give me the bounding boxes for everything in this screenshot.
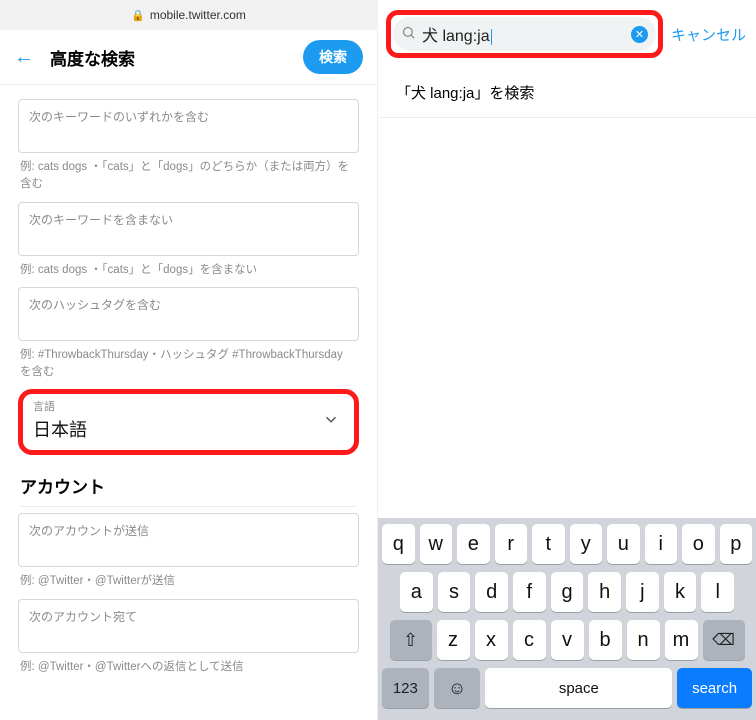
key-e[interactable]: e [457,524,490,564]
key-k[interactable]: k [664,572,697,612]
from-account-input[interactable]: 次のアカウントが送信 [18,513,359,567]
key-t[interactable]: t [532,524,565,564]
key-u[interactable]: u [607,524,640,564]
keyword-any-hint: 例: cats dogs ・「cats」と「dogs」のどちらか（または両方）を… [20,159,357,194]
key-v[interactable]: v [551,620,584,660]
chevron-down-icon [322,411,340,434]
key-j[interactable]: j [626,572,659,612]
language-label: 言語 [33,398,344,414]
to-account-input[interactable]: 次のアカウント宛て [18,599,359,653]
hashtag-hint: 例: #ThrowbackThursday・ハッシュタグ #ThrowbackT… [20,347,357,382]
url-bar: 🔒 mobile.twitter.com [0,0,377,30]
keyword-none-input[interactable]: 次のキーワードを含まない [18,202,359,256]
hashtag-input[interactable]: 次のハッシュタグを含む [18,287,359,341]
back-arrow-icon[interactable]: ← [14,46,34,69]
key-p[interactable]: p [720,524,753,564]
language-select[interactable]: 言語 日本語 [18,389,359,455]
advanced-search-pane: 🔒 mobile.twitter.com ← 高度な検索 検索 次のキーワードの… [0,0,378,720]
key-d[interactable]: d [475,572,508,612]
key-f[interactable]: f [513,572,546,612]
language-value: 日本語 [33,416,344,442]
search-icon [401,25,416,43]
key-a[interactable]: a [400,572,433,612]
to-account-hint: 例: @Twitter・@Twitterへの返信として送信 [20,659,357,676]
search-input[interactable]: 犬 lang:ja ✕ [393,17,656,51]
key-h[interactable]: h [588,572,621,612]
key-x[interactable]: x [475,620,508,660]
key-c[interactable]: c [513,620,546,660]
keyboard-row-1: q w e r t y u i o p [382,524,752,564]
ios-keyboard: q w e r t y u i o p a s d f g h j k l ⇧ … [378,518,756,720]
key-z[interactable]: z [437,620,470,660]
search-header: 犬 lang:ja ✕ キャンセル [378,0,756,68]
accounts-section-title: アカウント [20,473,357,507]
form-body: 次のキーワードのいずれかを含む 例: cats dogs ・「cats」と「do… [0,85,377,676]
numeric-key[interactable]: 123 [382,668,429,708]
search-key[interactable]: search [677,668,752,708]
backspace-key[interactable]: ⌫ [703,620,745,660]
url-text: mobile.twitter.com [150,8,246,22]
keyword-none-hint: 例: cats dogs ・「cats」と「dogs」を含まない [20,262,357,279]
key-o[interactable]: o [682,524,715,564]
key-n[interactable]: n [627,620,660,660]
key-q[interactable]: q [382,524,415,564]
keyboard-row-4: 123 ☺ space search [382,668,752,708]
from-account-hint: 例: @Twitter・@Twitterが送信 [20,573,357,590]
key-m[interactable]: m [665,620,698,660]
search-results-pane: 犬 lang:ja ✕ キャンセル 「犬 lang:ja」を検索 q w e r… [378,0,756,720]
lock-icon: 🔒 [131,9,145,22]
key-l[interactable]: l [701,572,734,612]
key-y[interactable]: y [570,524,603,564]
key-s[interactable]: s [438,572,471,612]
page-header: ← 高度な検索 検索 [0,30,377,85]
cancel-button[interactable]: キャンセル [671,24,746,45]
keyword-any-input[interactable]: 次のキーワードのいずれかを含む [18,99,359,153]
search-value: 犬 lang:ja [422,22,625,46]
emoji-key[interactable]: ☺ [434,668,481,708]
clear-search-icon[interactable]: ✕ [631,26,648,43]
shift-key[interactable]: ⇧ [390,620,432,660]
key-i[interactable]: i [645,524,678,564]
backspace-icon: ⌫ [712,630,735,650]
page-title: 高度な検索 [50,45,303,70]
search-box-highlight: 犬 lang:ja ✕ [386,10,663,58]
key-g[interactable]: g [551,572,584,612]
key-r[interactable]: r [495,524,528,564]
shift-icon: ⇧ [403,630,418,651]
key-w[interactable]: w [420,524,453,564]
search-button[interactable]: 検索 [303,40,363,74]
keyboard-row-3: ⇧ z x c v b n m ⌫ [382,620,752,660]
key-b[interactable]: b [589,620,622,660]
search-suggestion[interactable]: 「犬 lang:ja」を検索 [378,68,756,118]
keyboard-row-2: a s d f g h j k l [382,572,752,612]
space-key[interactable]: space [485,668,672,708]
